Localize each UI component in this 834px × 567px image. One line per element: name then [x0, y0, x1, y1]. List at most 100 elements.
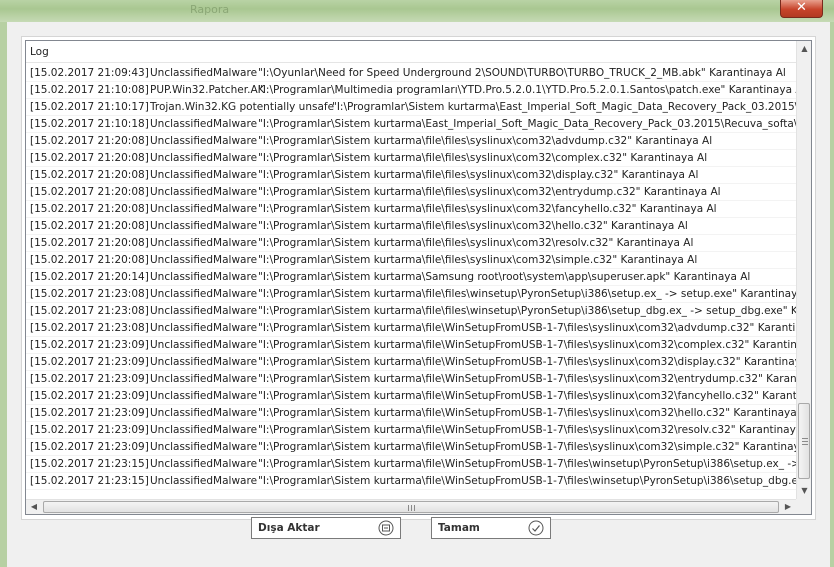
log-row[interactable]: [15.02.2017 21:23:15] UnclassifiedMalware… [26, 473, 796, 490]
scroll-left-icon[interactable]: ◀ [26, 500, 42, 514]
log-file-path: "I:\Programlar\Sistem kurtarma\file\file… [258, 237, 694, 249]
log-threat-name: Trojan.Win32.KG potentially unsafe [150, 101, 335, 113]
log-timestamp: [15.02.2017 21:10:08] [30, 84, 149, 96]
log-file-path: "I:\Oyunlar\Need for Speed Underground 2… [258, 67, 786, 79]
window-frame-left [0, 22, 7, 567]
log-file-path: "I:\Programlar\Sistem kurtarma\file\file… [258, 305, 796, 317]
log-timestamp: [15.02.2017 21:23:08] [30, 288, 149, 300]
log-timestamp: [15.02.2017 21:10:18] [30, 118, 149, 130]
log-threat-name: UnclassifiedMalware [150, 67, 258, 79]
log-timestamp: [15.02.2017 21:20:14] [30, 271, 149, 283]
log-threat-name: UnclassifiedMalware [150, 186, 258, 198]
column-header-log[interactable]: Log [30, 46, 49, 58]
log-list-header: Log [26, 41, 796, 63]
log-file-path: "I:\Programlar\Sistem kurtarma\file\file… [258, 220, 688, 232]
log-file-path: "I:\Programlar\Multimedia programları\YT… [258, 84, 796, 96]
log-timestamp: [15.02.2017 21:23:09] [30, 356, 149, 368]
log-row[interactable]: [15.02.2017 21:20:08] UnclassifiedMalware… [26, 235, 796, 252]
log-threat-name: UnclassifiedMalware [150, 305, 258, 317]
log-row[interactable]: [15.02.2017 21:20:08] UnclassifiedMalware… [26, 218, 796, 235]
log-threat-name: PUP.Win32.Patcher.AK [150, 84, 265, 96]
log-threat-name: UnclassifiedMalware [150, 135, 258, 147]
close-button[interactable]: ✕ [780, 0, 823, 18]
export-icon [378, 520, 394, 536]
log-file-path: "I:\Programlar\Sistem kurtarma\file\WinS… [258, 339, 796, 351]
vertical-scroll-thumb[interactable] [798, 403, 810, 479]
log-row[interactable]: [15.02.2017 21:20:08] UnclassifiedMalware… [26, 184, 796, 201]
ok-button[interactable]: Tamam [431, 517, 551, 539]
log-row[interactable]: [15.02.2017 21:23:08] UnclassifiedMalware… [26, 303, 796, 320]
log-file-path: "I:\Programlar\Sistem kurtarma\file\file… [258, 152, 708, 164]
log-list[interactable]: Log [15.02.2017 21:09:43] UnclassifiedMal… [25, 40, 812, 515]
horizontal-scrollbar[interactable]: ◀ ▶ [26, 499, 796, 514]
log-timestamp: [15.02.2017 21:20:08] [30, 152, 149, 164]
log-row[interactable]: [15.02.2017 21:23:15] UnclassifiedMalware… [26, 456, 796, 473]
log-row[interactable]: [15.02.2017 21:20:08] UnclassifiedMalware… [26, 252, 796, 269]
log-row[interactable]: [15.02.2017 21:20:08] UnclassifiedMalware… [26, 201, 796, 218]
log-timestamp: [15.02.2017 21:20:08] [30, 186, 149, 198]
log-row[interactable]: [15.02.2017 21:10:18] UnclassifiedMalware… [26, 116, 796, 133]
log-file-path: "I:\Programlar\Sistem kurtarma\Samsung r… [258, 271, 751, 283]
log-timestamp: [15.02.2017 21:20:08] [30, 237, 149, 249]
log-row[interactable]: [15.02.2017 21:09:43] UnclassifiedMalware… [26, 65, 796, 82]
log-file-path: "I:\Programlar\Sistem kurtarma\file\WinS… [258, 441, 796, 453]
log-rows: [15.02.2017 21:09:43] UnclassifiedMalware… [26, 65, 796, 496]
log-threat-name: UnclassifiedMalware [150, 407, 258, 419]
log-file-path: "I:\Programlar\Sistem kurtarma\East_Impe… [332, 101, 796, 113]
vertical-scrollbar[interactable]: ▲ ▼ [796, 41, 811, 499]
log-file-path: "I:\Programlar\Sistem kurtarma\file\WinS… [258, 458, 796, 470]
export-button[interactable]: Dışa Aktar [251, 517, 401, 539]
checkmark-circle-icon [528, 520, 544, 536]
log-row[interactable]: [15.02.2017 21:20:08] UnclassifiedMalware… [26, 150, 796, 167]
log-row[interactable]: [15.02.2017 21:23:09] UnclassifiedMalware… [26, 439, 796, 456]
log-row[interactable]: [15.02.2017 21:23:09] UnclassifiedMalware… [26, 422, 796, 439]
log-row[interactable]: [15.02.2017 21:23:09] UnclassifiedMalware… [26, 337, 796, 354]
log-threat-name: UnclassifiedMalware [150, 475, 258, 487]
log-timestamp: [15.02.2017 21:23:09] [30, 373, 149, 385]
horizontal-scroll-thumb[interactable] [43, 501, 779, 513]
log-row[interactable]: [15.02.2017 21:20:14] UnclassifiedMalware… [26, 269, 796, 286]
log-row[interactable]: [15.02.2017 21:23:09] UnclassifiedMalware… [26, 354, 796, 371]
scrollbar-corner [796, 499, 811, 514]
log-timestamp: [15.02.2017 21:23:09] [30, 424, 149, 436]
log-timestamp: [15.02.2017 21:23:09] [30, 390, 149, 402]
log-threat-name: UnclassifiedMalware [150, 118, 258, 130]
ok-button-label: Tamam [438, 522, 480, 534]
log-threat-name: UnclassifiedMalware [150, 203, 258, 215]
log-threat-name: UnclassifiedMalware [150, 373, 258, 385]
log-row[interactable]: [15.02.2017 21:23:09] UnclassifiedMalware… [26, 388, 796, 405]
log-timestamp: [15.02.2017 21:20:08] [30, 169, 149, 181]
scroll-up-icon[interactable]: ▲ [797, 41, 811, 57]
dialog-content: Log [15.02.2017 21:09:43] UnclassifiedMal… [7, 22, 830, 567]
log-row[interactable]: [15.02.2017 21:23:08] UnclassifiedMalware… [26, 286, 796, 303]
log-row[interactable]: [15.02.2017 21:23:09] UnclassifiedMalware… [26, 371, 796, 388]
log-file-path: "I:\Programlar\Sistem kurtarma\file\file… [258, 186, 721, 198]
log-threat-name: UnclassifiedMalware [150, 152, 258, 164]
window-titlebar: Rapora ✕ [0, 0, 834, 22]
log-file-path: "I:\Programlar\Sistem kurtarma\East_Impe… [258, 118, 796, 130]
log-row[interactable]: [15.02.2017 21:10:17] Trojan.Win32.KG pot… [26, 99, 796, 116]
export-button-label: Dışa Aktar [258, 522, 320, 534]
log-threat-name: UnclassifiedMalware [150, 424, 258, 436]
log-threat-name: UnclassifiedMalware [150, 271, 258, 283]
log-row[interactable]: [15.02.2017 21:23:08] UnclassifiedMalware… [26, 320, 796, 337]
log-timestamp: [15.02.2017 21:23:08] [30, 322, 149, 334]
log-row[interactable]: [15.02.2017 21:23:09] UnclassifiedMalware… [26, 405, 796, 422]
log-row[interactable]: [15.02.2017 21:20:08] UnclassifiedMalware… [26, 133, 796, 150]
log-file-path: "I:\Programlar\Sistem kurtarma\file\file… [258, 288, 796, 300]
log-file-path: "I:\Programlar\Sistem kurtarma\file\WinS… [258, 475, 796, 487]
log-row[interactable]: [15.02.2017 21:20:08] UnclassifiedMalware… [26, 167, 796, 184]
log-threat-name: UnclassifiedMalware [150, 322, 258, 334]
log-threat-name: UnclassifiedMalware [150, 237, 258, 249]
log-timestamp: [15.02.2017 21:09:43] [30, 67, 149, 79]
log-file-path: "I:\Programlar\Sistem kurtarma\file\file… [258, 135, 713, 147]
log-timestamp: [15.02.2017 21:23:15] [30, 458, 149, 470]
log-timestamp: [15.02.2017 21:23:08] [30, 305, 149, 317]
log-timestamp: [15.02.2017 21:20:08] [30, 254, 149, 266]
log-threat-name: UnclassifiedMalware [150, 220, 258, 232]
log-file-path: "I:\Programlar\Sistem kurtarma\file\file… [258, 254, 698, 266]
scroll-right-icon[interactable]: ▶ [780, 500, 796, 514]
scroll-down-icon[interactable]: ▼ [797, 483, 811, 499]
log-row[interactable]: [15.02.2017 21:10:08] PUP.Win32.Patcher.A… [26, 82, 796, 99]
log-file-path: "I:\Programlar\Sistem kurtarma\file\WinS… [258, 407, 796, 419]
